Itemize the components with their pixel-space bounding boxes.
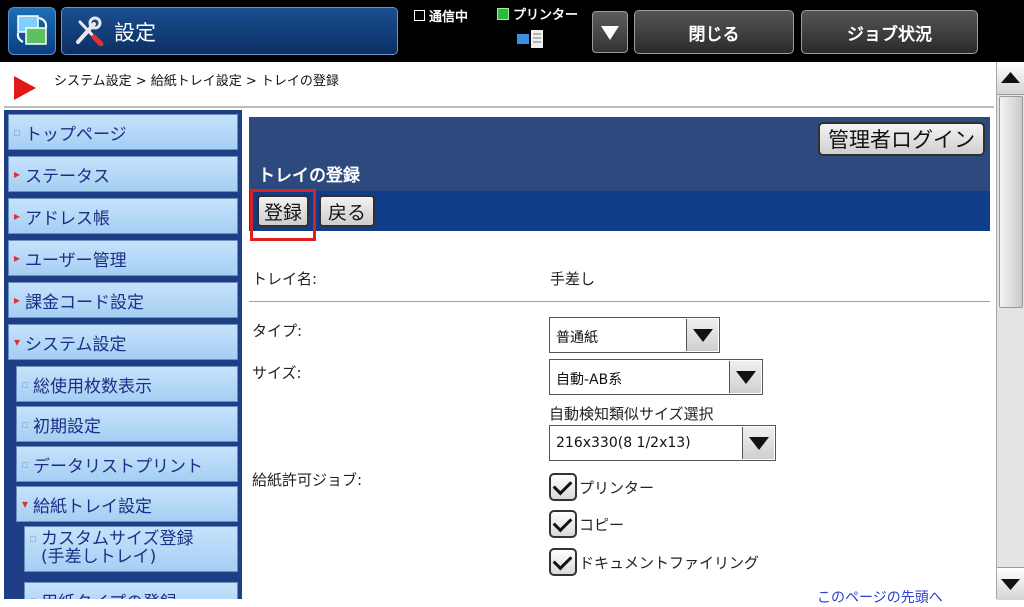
- scrollbar-thumb[interactable]: [999, 96, 1023, 308]
- breadcrumb: システム設定 > 給紙トレイ設定 > トレイの登録: [4, 62, 994, 108]
- scroll-up-button[interactable]: [997, 62, 1024, 95]
- chevron-down-icon[interactable]: [742, 427, 774, 459]
- sidebar-item-custom-size[interactable]: カスタムサイズ登録 (手差しトレイ): [24, 526, 238, 572]
- home-icon: [16, 15, 48, 45]
- size-select-value: 自動-AB系: [556, 372, 623, 388]
- triangle-down-icon: [1001, 579, 1020, 590]
- sidebar-item-label: 用紙タイプの登録: [41, 588, 177, 600]
- sidebar-item-label: ステータス: [25, 166, 110, 187]
- sidebar-item-address-book[interactable]: アドレス帳: [8, 198, 238, 234]
- page-top-link[interactable]: このページの先頭へ: [817, 587, 943, 607]
- printer-status-label: プリンター: [513, 8, 579, 23]
- triangle-right-icon: [11, 293, 23, 307]
- similar-size-caption: 自動検知類似サイズ選択: [549, 405, 714, 423]
- sidebar-item-total-count[interactable]: 総使用枚数表示: [16, 366, 238, 402]
- allowed-jobs-label: 給紙許可ジョブ:: [252, 471, 363, 489]
- job-status-button[interactable]: ジョブ状況: [801, 10, 978, 54]
- job-copy-label: コピー: [579, 515, 625, 534]
- close-button[interactable]: 閉じる: [634, 10, 794, 54]
- sidebar-item-label: 給紙トレイ設定: [33, 496, 152, 517]
- job-printer-label: プリンター: [579, 478, 655, 497]
- register-highlight: [250, 189, 316, 241]
- triangle-right-icon: [11, 167, 23, 181]
- type-select[interactable]: 普通紙: [549, 317, 720, 353]
- job-printer-checkbox[interactable]: [549, 473, 577, 501]
- admin-login-button[interactable]: 管理者ログイン: [818, 122, 985, 156]
- window-title: 設定: [114, 21, 156, 45]
- sidebar-item-user-management[interactable]: ユーザー管理: [8, 240, 238, 276]
- home-button[interactable]: [8, 7, 56, 55]
- similar-size-select-value: 216x330(8 1/2x13): [556, 435, 691, 451]
- sidebar-item-initial-settings[interactable]: 初期設定: [16, 406, 238, 442]
- sidebar-item-label-line2: (手差しトレイ): [41, 547, 157, 567]
- breadcrumb-text: システム設定 > 給紙トレイ設定 > トレイの登録: [54, 74, 339, 89]
- sidebar-item-status[interactable]: ステータス: [8, 156, 238, 192]
- comm-status: 通信中: [414, 6, 468, 25]
- comm-status-indicator-icon: [414, 10, 425, 21]
- sidebar-item-paper-type[interactable]: 用紙タイプの登録: [24, 582, 238, 599]
- sidebar-item-label: 課金コード設定: [25, 292, 144, 313]
- sidebar-item-label: トップページ: [25, 124, 127, 145]
- scrollbar[interactable]: [996, 62, 1024, 600]
- sidebar-item-label: データリストプリント: [33, 456, 203, 477]
- tray-name-value: 手差し: [550, 270, 596, 288]
- sidebar-item-account-code[interactable]: 課金コード設定: [8, 282, 238, 318]
- play-arrow-icon[interactable]: [10, 70, 46, 106]
- wrench-screwdriver-icon: [76, 16, 104, 46]
- sidebar: トップページ ステータス アドレス帳 ユーザー管理 課金コード設定 システム設定…: [4, 110, 242, 599]
- job-copy-checkbox[interactable]: [549, 510, 577, 538]
- divider: [249, 301, 990, 302]
- job-document-filing-label: ドキュメントファイリング: [579, 553, 760, 572]
- comm-status-label: 通信中: [429, 10, 469, 25]
- job-copy-row: コピー: [549, 510, 624, 538]
- type-label: タイプ:: [252, 322, 303, 340]
- type-select-value: 普通紙: [556, 330, 598, 346]
- triangle-right-icon: [11, 209, 23, 223]
- sidebar-item-data-list-print[interactable]: データリストプリント: [16, 446, 238, 482]
- sidebar-item-label: 総使用枚数表示: [33, 376, 152, 397]
- content-header: 管理者ログイン トレイの登録: [249, 117, 990, 191]
- sidebar-item-label: ユーザー管理: [25, 250, 127, 271]
- sidebar-item-top-page[interactable]: トップページ: [8, 114, 238, 150]
- triangle-down-icon: [19, 497, 31, 511]
- sidebar-item-label-line1: カスタムサイズ登録: [41, 529, 194, 549]
- sidebar-item-system-settings[interactable]: システム設定: [8, 324, 238, 360]
- bullet-icon: [19, 418, 31, 431]
- triangle-down-icon: [601, 26, 619, 40]
- bullet-icon: [27, 530, 39, 549]
- page-title: トレイの登録: [258, 166, 360, 186]
- status-dropdown-button[interactable]: [592, 11, 628, 53]
- triangle-down-icon: [11, 335, 23, 349]
- size-select[interactable]: 自動-AB系: [549, 359, 763, 395]
- sidebar-item-label: アドレス帳: [25, 208, 110, 229]
- tray-name-label: トレイ名:: [252, 270, 318, 288]
- scroll-down-button[interactable]: [997, 567, 1024, 600]
- sidebar-item-label: システム設定: [25, 334, 127, 355]
- back-button[interactable]: 戻る: [319, 195, 375, 227]
- similar-size-select[interactable]: 216x330(8 1/2x13): [549, 425, 776, 461]
- printer-status-led-icon: [497, 7, 509, 20]
- chevron-down-icon[interactable]: [729, 361, 761, 393]
- bullet-icon: [19, 378, 31, 391]
- title-panel: 設定: [61, 7, 398, 55]
- triangle-right-icon: [11, 251, 23, 265]
- action-bar: 登録 戻る: [249, 191, 990, 231]
- job-document-filing-row: ドキュメントファイリング: [549, 548, 759, 576]
- chevron-down-icon[interactable]: [686, 319, 718, 351]
- top-bar: 設定 通信中 プリンター 閉じる ジョブ状況: [0, 0, 1024, 62]
- size-label: サイズ:: [252, 364, 302, 382]
- job-document-filing-checkbox[interactable]: [549, 548, 577, 576]
- sidebar-item-label: カスタムサイズ登録 (手差しトレイ): [41, 530, 194, 566]
- triangle-up-icon: [1001, 72, 1020, 83]
- bullet-icon: [19, 458, 31, 471]
- bullet-icon: [27, 594, 39, 600]
- printer-status: プリンター: [497, 4, 578, 23]
- job-printer-row: プリンター: [549, 473, 654, 501]
- sidebar-item-paper-tray-settings[interactable]: 給紙トレイ設定: [16, 486, 238, 522]
- sidebar-item-label: 初期設定: [33, 416, 101, 437]
- bullet-icon: [11, 126, 23, 139]
- printer-job-icon: [517, 30, 543, 48]
